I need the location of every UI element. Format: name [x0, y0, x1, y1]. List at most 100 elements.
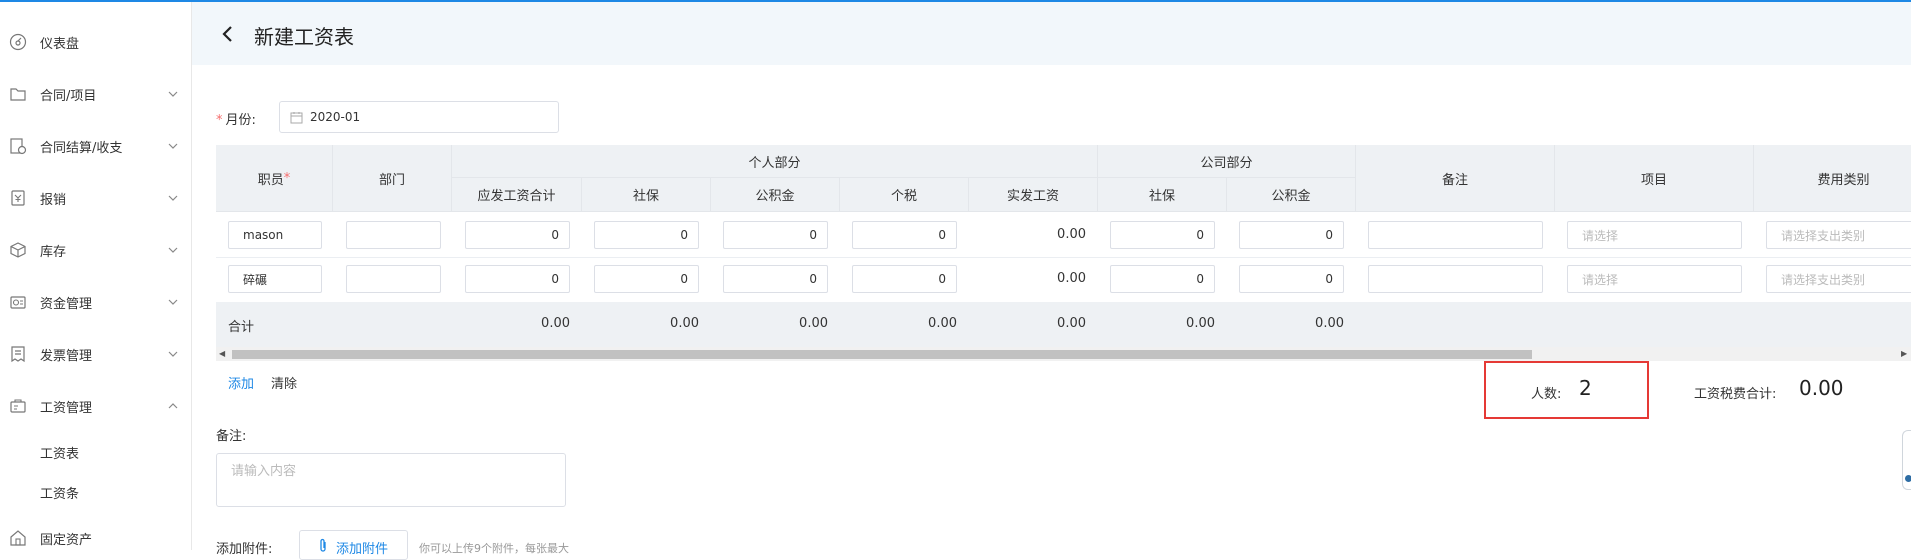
tax-total-value: 0.00	[1799, 376, 1844, 400]
add-attachment-label: 添加附件	[336, 542, 389, 557]
project-select[interactable]: 请选择	[1567, 265, 1742, 293]
tax-total-label: 工资税费合计:	[1694, 387, 1777, 402]
horizontal-scrollbar[interactable]: ◀ ▶	[216, 347, 1911, 361]
net-salary-value: 0.00	[1057, 227, 1086, 242]
chevron-down-icon	[168, 91, 178, 97]
col-header-personal-social: 社保	[582, 178, 711, 212]
company-fund-input[interactable]: 0	[1239, 265, 1344, 293]
asset-icon	[8, 528, 28, 548]
col-header-net: 实发工资	[969, 178, 1098, 212]
sidebar-item-funds[interactable]: 资金管理	[0, 282, 192, 322]
sidebar-item-label: 合同结算/收支	[40, 140, 123, 156]
sidebar-item-inventory[interactable]: 库存	[0, 230, 192, 270]
note-label: 备注:	[216, 429, 247, 444]
total-personal-social: 0.00	[670, 316, 699, 331]
col-header-company-fund: 公积金	[1227, 178, 1356, 212]
col-header-company-social: 社保	[1098, 178, 1227, 212]
company-social-input[interactable]: 0	[1110, 221, 1215, 249]
total-personal-fund: 0.00	[799, 316, 828, 331]
personal-fund-input[interactable]: 0	[723, 265, 828, 293]
employee-input[interactable]: mason	[228, 221, 322, 249]
side-panel-handle[interactable]	[1902, 430, 1911, 490]
gross-input[interactable]: 0	[465, 265, 570, 293]
sidebar-item-fixed-assets[interactable]: 固定资产	[0, 518, 192, 558]
personal-social-input[interactable]: 0	[594, 265, 699, 293]
dashboard-icon	[8, 32, 28, 52]
total-net: 0.00	[1057, 316, 1086, 331]
payroll-icon	[8, 396, 28, 416]
sidebar-item-settlement[interactable]: 合同结算/收支	[0, 126, 192, 166]
box-icon	[8, 240, 28, 260]
clear-rows-link[interactable]: 清除	[271, 373, 297, 392]
col-header-gross: 应发工资合计	[452, 178, 582, 212]
chevron-down-icon	[168, 195, 178, 201]
month-picker[interactable]: 2020-01	[279, 101, 559, 133]
sidebar-item-reimburse[interactable]: 报销	[0, 178, 192, 218]
back-arrow-icon[interactable]	[218, 22, 238, 46]
chevron-down-icon	[168, 351, 178, 357]
row-divider	[216, 257, 1911, 258]
remark-input[interactable]	[1368, 265, 1543, 293]
project-select[interactable]: 请选择	[1567, 221, 1742, 249]
sidebar-item-label: 工资管理	[40, 400, 93, 416]
col-group-company: 公司部分	[1098, 145, 1356, 178]
calendar-icon	[290, 112, 303, 124]
company-fund-input[interactable]: 0	[1239, 221, 1344, 249]
sidebar-item-invoices[interactable]: 发票管理	[0, 334, 192, 374]
scroll-right-arrow-icon[interactable]: ▶	[1901, 349, 1911, 359]
expense-select[interactable]: 请选择支出类别	[1766, 221, 1911, 249]
gross-input[interactable]: 0	[465, 221, 570, 249]
add-attachment-button[interactable]: 添加附件	[299, 530, 408, 560]
chevron-down-icon	[168, 247, 178, 253]
headcount-label: 人数:	[1531, 387, 1562, 402]
chevron-up-icon	[168, 403, 178, 409]
scrollbar-thumb[interactable]	[232, 350, 1532, 359]
col-header-dept: 部门	[333, 145, 452, 212]
personal-tax-input[interactable]: 0	[852, 221, 957, 249]
invoice-icon	[8, 344, 28, 364]
personal-social-input[interactable]: 0	[594, 221, 699, 249]
sidebar-item-payroll[interactable]: 工资管理	[0, 386, 192, 426]
total-gross: 0.00	[541, 316, 570, 331]
employee-input[interactable]: 碎碾	[228, 265, 322, 293]
company-social-input[interactable]: 0	[1110, 265, 1215, 293]
folder-icon	[8, 84, 28, 104]
personal-fund-input[interactable]: 0	[723, 221, 828, 249]
sidebar-item-label: 发票管理	[40, 348, 93, 364]
sidebar-item-label: 合同/项目	[40, 88, 97, 104]
col-header-project: 项目	[1555, 145, 1754, 212]
total-row: 合计 0.00 0.00 0.00 0.00 0.00 0.00 0.00	[216, 302, 1911, 347]
main-content: 新建工资表 * 月份: 2020-01 职员 * 部门 个人部分 公司部分 备注 项…	[192, 2, 1911, 560]
sidebar-subitem-payroll-sheet[interactable]: 工资表	[40, 443, 79, 462]
scroll-left-arrow-icon[interactable]: ◀	[219, 349, 229, 359]
sidebar-item-dashboard[interactable]: 仪表盘	[0, 22, 192, 62]
add-row-link[interactable]: 添加	[228, 373, 254, 392]
col-header-personal-tax: 个税	[840, 178, 969, 212]
sidebar-item-label: 资金管理	[40, 296, 93, 312]
sidebar: 仪表盘 合同/项目 合同结算/收支 报销 库存 资金管理 发票管理 工资管理 工…	[0, 2, 192, 550]
page-title: 新建工资表	[254, 25, 354, 49]
col-group-personal: 个人部分	[452, 145, 1098, 178]
sidebar-item-label: 仪表盘	[40, 36, 80, 52]
attach-label: 添加附件:	[216, 542, 273, 557]
col-header-remark: 备注	[1356, 145, 1555, 212]
reimburse-icon	[8, 188, 28, 208]
chevron-down-icon	[168, 143, 178, 149]
month-value: 2020-01	[310, 110, 361, 124]
sidebar-item-label: 库存	[40, 244, 67, 260]
col-header-personal-fund: 公积金	[711, 178, 840, 212]
sidebar-item-contracts[interactable]: 合同/项目	[0, 74, 192, 114]
month-label: * 月份:	[216, 113, 256, 128]
sidebar-subitem-payslip[interactable]: 工资条	[40, 483, 79, 502]
dept-input[interactable]	[346, 265, 441, 293]
wallet-icon	[8, 292, 28, 312]
note-textarea[interactable]: 请输入内容	[216, 453, 566, 507]
remark-input[interactable]	[1368, 221, 1543, 249]
headcount-value: 2	[1579, 376, 1592, 400]
attach-hint: 你可以上传9个附件，每张最大	[419, 542, 569, 555]
total-personal-tax: 0.00	[928, 316, 957, 331]
personal-tax-input[interactable]: 0	[852, 265, 957, 293]
expense-select[interactable]: 请选择支出类别	[1766, 265, 1911, 293]
total-company-social: 0.00	[1186, 316, 1215, 331]
dept-input[interactable]	[346, 221, 441, 249]
